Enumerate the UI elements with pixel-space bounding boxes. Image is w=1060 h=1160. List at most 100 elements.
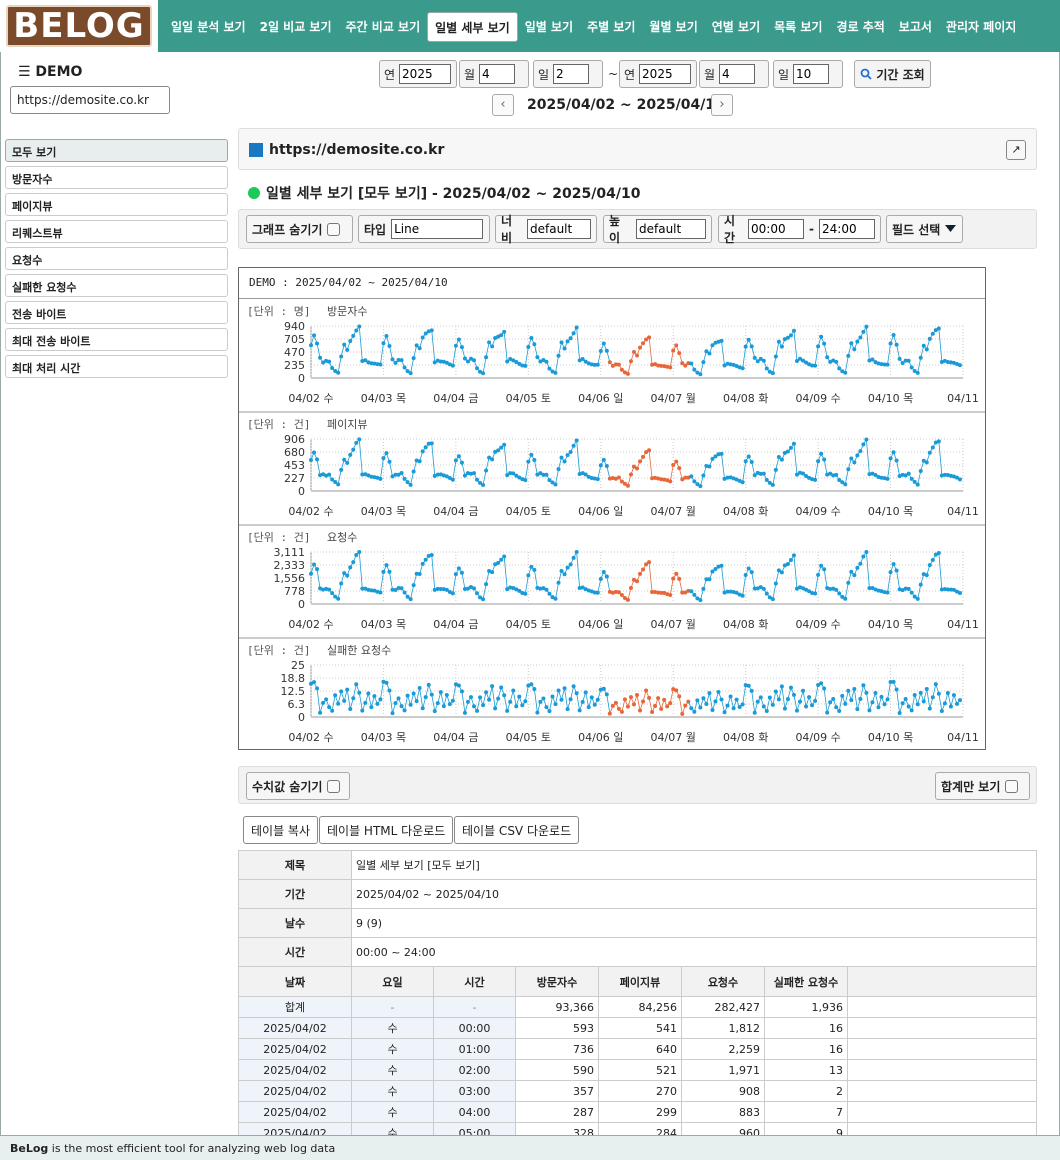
series-segment [793, 330, 798, 362]
data-point [444, 692, 449, 697]
to-day-input[interactable] [793, 64, 830, 84]
series-segment [485, 342, 490, 358]
width-input[interactable] [527, 219, 591, 239]
table-cell: 수 [351, 1101, 434, 1123]
to-month-input[interactable] [719, 64, 756, 84]
series-segment [316, 688, 321, 713]
nav-item[interactable]: 일별 보기 [518, 12, 580, 42]
sidebar-item[interactable]: 최대 처리 시간 [5, 355, 228, 378]
column-header[interactable]: 요청수 [681, 966, 765, 997]
table-cell: 2025/04/02 [238, 1038, 352, 1060]
table-cell-spacer [847, 1080, 1037, 1102]
copy-table-button[interactable]: 테이블 복사 [243, 816, 319, 844]
sidebar-item[interactable]: 최대 전송 바이트 [5, 328, 228, 351]
nav-item[interactable]: 2일 비교 보기 [253, 12, 339, 42]
series-segment [938, 328, 943, 363]
sidebar-item[interactable]: 실패한 요청수 [5, 274, 228, 297]
series-segment [491, 686, 496, 709]
column-header[interactable]: 시간 [433, 966, 516, 997]
data-point [891, 333, 896, 338]
x-tick-label: 04/03 목 [361, 731, 406, 744]
column-header[interactable]: 실패한 요청수 [764, 966, 848, 997]
column-header[interactable]: 페이지뷰 [598, 966, 682, 997]
nav-item[interactable]: 경로 추적 [829, 12, 891, 42]
download-csv-button[interactable]: 테이블 CSV 다운로드 [454, 816, 580, 844]
table-cell: 2025/04/02 [238, 1017, 352, 1039]
hide-values-toggle[interactable]: 수치값 숨기기 [246, 772, 350, 800]
nav-item[interactable]: 목록 보기 [767, 12, 829, 42]
external-link-icon[interactable]: ↗ [1006, 140, 1026, 160]
y-tick-label: 0 [298, 485, 305, 498]
hide-values-checkbox[interactable] [327, 779, 341, 793]
from-year-input[interactable] [399, 64, 452, 84]
table-cell: 16 [764, 1017, 848, 1039]
belog-logo[interactable]: BELOG [6, 5, 152, 47]
series-segment [778, 686, 783, 700]
series-segment [823, 343, 828, 358]
series-segment [938, 553, 943, 590]
x-tick-label: 04/07 월 [651, 392, 696, 405]
field-select-button[interactable]: 필드 선택 [886, 215, 963, 243]
type-input[interactable] [391, 219, 484, 239]
period-search-button[interactable]: 기간 조회 [854, 60, 931, 88]
hide-graph-checkbox[interactable] [327, 222, 341, 236]
sidebar-item[interactable]: 페이지뷰 [5, 193, 228, 216]
sidebar-item[interactable]: 요청수 [5, 247, 228, 270]
y-tick-label: 227 [284, 472, 305, 485]
table-cell-spacer [847, 1017, 1037, 1039]
series-segment [648, 450, 653, 479]
sum-only-checkbox[interactable] [1005, 779, 1019, 793]
sidebar-item[interactable]: 전송 바이트 [5, 301, 228, 324]
height-input[interactable] [636, 219, 706, 239]
x-tick-label: 04/04 금 [433, 731, 478, 744]
demo-title[interactable]: ☰ DEMO [18, 64, 82, 80]
column-header[interactable]: 방문자수 [515, 966, 599, 997]
series-segment [431, 694, 436, 712]
data-point [641, 567, 646, 572]
next-period-button[interactable]: › [711, 94, 733, 116]
nav-item[interactable]: 주별 보기 [580, 12, 642, 42]
nav-item[interactable]: 일별 세부 보기 [427, 12, 518, 42]
data-point [671, 348, 676, 353]
series-segment [896, 570, 901, 590]
data-point [834, 359, 839, 364]
time-from-input[interactable] [748, 219, 805, 239]
data-point [918, 690, 923, 695]
line-charts: [단위 : 명] 방문자수940705470235004/02 수 04/03 목0… [239, 305, 985, 744]
data-point [472, 358, 476, 363]
from-month-input[interactable] [479, 64, 516, 84]
sidebar-item[interactable]: 방문자수 [5, 166, 228, 189]
data-point [957, 477, 962, 482]
table-cell: 13 [764, 1059, 848, 1081]
nav-item[interactable]: 일일 분석 보기 [164, 12, 253, 42]
download-html-button[interactable]: 테이블 HTML 다운로드 [319, 816, 454, 844]
nav-item[interactable]: 월별 보기 [642, 12, 704, 42]
hide-graph-toggle[interactable]: 그래프 숨기기 [246, 215, 353, 243]
nav-item[interactable]: 연별 보기 [705, 12, 767, 42]
x-tick-label: 04/04 금 [433, 505, 478, 518]
nav-item[interactable]: 주간 비교 보기 [339, 12, 428, 42]
prev-period-button[interactable]: ‹ [492, 94, 514, 116]
series-segment [721, 453, 725, 479]
from-day-input[interactable] [553, 64, 590, 84]
table-row: 2025/04/02 수 02:00 590 521 1,971 13 [238, 1059, 1037, 1081]
table-header-row: 날짜 요일 시간 방문자수 페이지뷰 요청수 실패한 요청수 [238, 966, 1037, 997]
data-point [734, 697, 739, 702]
sum-only-toggle[interactable]: 합계만 보기 [935, 772, 1030, 800]
sidebar-item[interactable]: 모두 보기 [5, 139, 228, 162]
series-segment [823, 459, 828, 475]
table-cell: 1,812 [681, 1017, 765, 1039]
data-point [625, 704, 630, 709]
nav-item[interactable]: 관리자 페이지 [939, 12, 1023, 42]
data-point [957, 698, 962, 703]
data-point [550, 694, 555, 699]
type-label: 타입 [364, 222, 387, 237]
nav-item[interactable]: 보고서 [892, 12, 939, 42]
column-header[interactable]: 요일 [351, 966, 434, 997]
sidebar-item[interactable]: 리퀘스트뷰 [5, 220, 228, 243]
site-selector[interactable]: https://demosite.co.kr [10, 86, 170, 114]
time-to-input[interactable] [819, 219, 875, 239]
to-year-input[interactable] [639, 64, 692, 84]
column-header[interactable]: 날짜 [238, 966, 352, 997]
y-tick-label: 778 [284, 585, 305, 598]
